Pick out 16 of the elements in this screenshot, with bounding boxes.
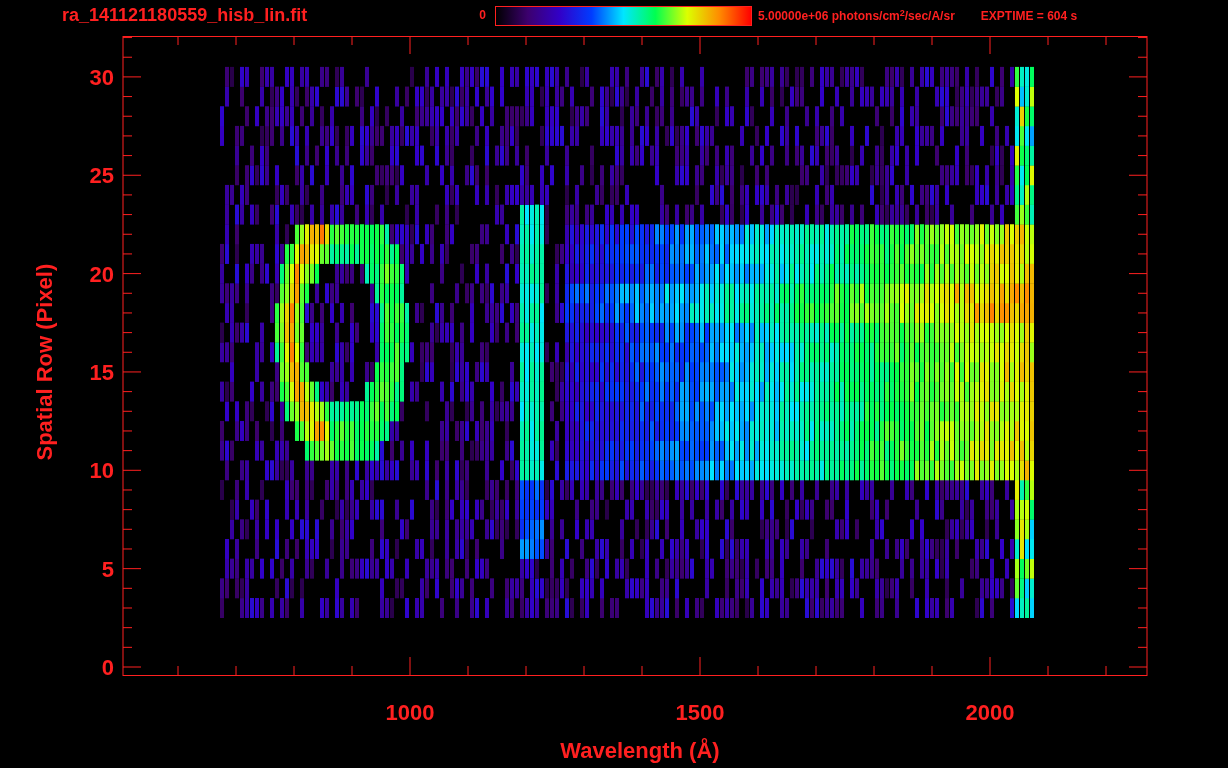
x-tick-label: 1500 xyxy=(675,700,725,725)
y-axis-title: Spatial Row (Pixel) xyxy=(32,263,57,461)
colorbar-max-label: 5.00000e+06 photons/cm$^{2}$/sec/A/sr xyxy=(758,6,955,25)
y-tick-label: 25 xyxy=(89,163,114,189)
y-tick-label: 5 xyxy=(101,556,114,582)
y-tick-label: 30 xyxy=(89,64,114,90)
y-tick-label: 10 xyxy=(89,458,114,484)
file-title: ra_141121180559_hisb_lin.fit xyxy=(62,4,309,26)
x-axis-title: Wavelength (Å) xyxy=(560,738,720,763)
x-tick-label: 1000 xyxy=(385,700,435,725)
y-tick-label: 0 xyxy=(101,655,114,680)
y-tick-label: 20 xyxy=(89,261,114,287)
colorbar-min-label: 0 xyxy=(478,7,486,24)
y-tick-label: 15 xyxy=(89,359,114,385)
x-tick-label: 2000 xyxy=(965,700,1015,725)
exposure-time-label: EXPTIME = 604 s xyxy=(980,8,1078,25)
